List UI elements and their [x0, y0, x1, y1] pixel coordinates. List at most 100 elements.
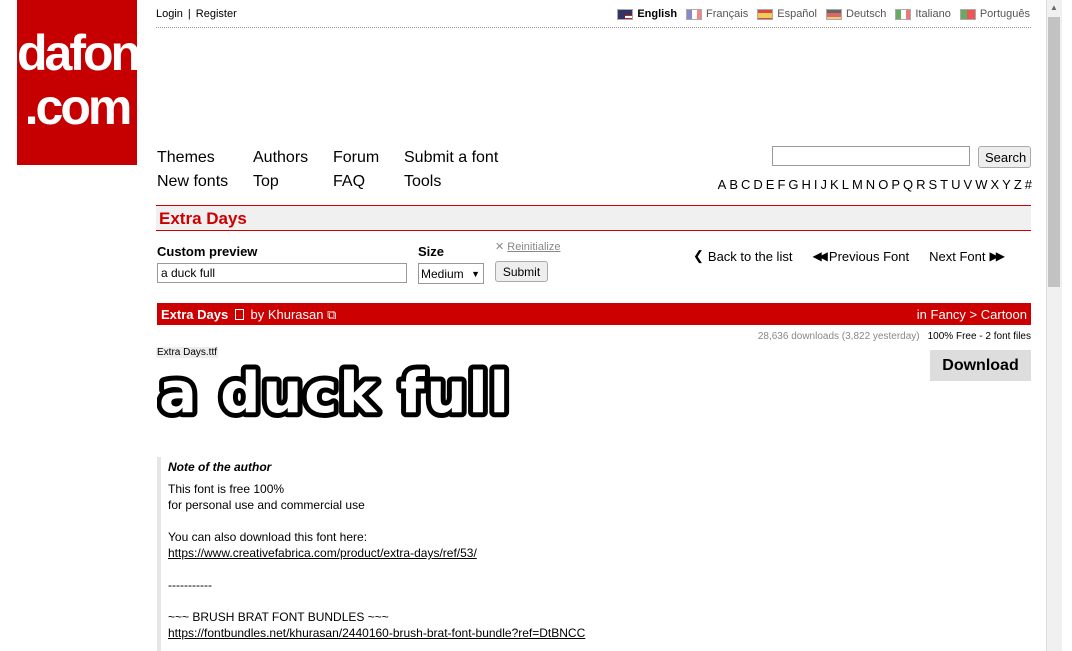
- alpha-link[interactable]: K: [830, 177, 839, 192]
- lang-portugues[interactable]: Português: [959, 8, 1030, 20]
- account-links: Login | Register: [156, 8, 237, 20]
- it-flag-icon: [895, 8, 912, 20]
- creativefabrica-link[interactable]: https://www.creativefabrica.com/product/…: [168, 546, 477, 560]
- search-input[interactable]: [772, 146, 970, 166]
- alpha-link[interactable]: I: [814, 177, 818, 192]
- close-icon: ✕: [495, 241, 505, 253]
- by-label: by: [250, 307, 265, 322]
- alpha-link[interactable]: Q: [903, 177, 913, 192]
- link-separator: |: [187, 8, 191, 20]
- category-link[interactable]: in Fancy > Cartoon: [917, 307, 1027, 322]
- nav-top[interactable]: Top: [253, 173, 279, 191]
- alpha-link[interactable]: F: [777, 177, 785, 192]
- double-arrow-left-icon: ◀◀: [812, 249, 828, 263]
- previous-label: Previous Font: [828, 248, 910, 264]
- license-info: 100% Free - 2 font files: [927, 331, 1031, 342]
- login-link[interactable]: Login: [156, 8, 183, 20]
- reinitialize-link[interactable]: ✕ Reinitialize: [495, 240, 560, 253]
- back-to-list-link[interactable]: ❮ Back to the list: [693, 248, 792, 264]
- dafont-logo[interactable]: dafont .com: [17, 0, 155, 165]
- chevron-down-icon: ▼: [471, 269, 480, 279]
- nav-faq[interactable]: FAQ: [333, 173, 365, 191]
- note-divider-text: -----------: [168, 578, 212, 592]
- download-count: 28,636 downloads (3,822 yesterday): [757, 331, 920, 342]
- note-line: for personal use and commercial use: [168, 498, 365, 512]
- lang-italiano[interactable]: Italiano: [895, 8, 951, 20]
- alpha-link[interactable]: M: [852, 177, 863, 192]
- lang-label: Italiano: [915, 8, 951, 20]
- author-note: Note of the author This font is free 100…: [157, 457, 861, 651]
- alpha-link[interactable]: P: [891, 177, 900, 192]
- lang-deutsch[interactable]: Deutsch: [826, 8, 886, 20]
- note-heading: Note of the author: [168, 460, 272, 474]
- nav-tools[interactable]: Tools: [404, 173, 441, 191]
- scroll-up-arrow-icon[interactable]: ▲: [1046, 0, 1062, 16]
- font-info-bar: Extra Days by Khurasan ⧉ in Fancy > Cart…: [157, 303, 1031, 325]
- size-select[interactable]: Medium ▼: [418, 263, 484, 284]
- alpha-link[interactable]: S: [929, 177, 938, 192]
- scrollbar-thumb[interactable]: [1048, 17, 1060, 287]
- window-edge: [1062, 0, 1072, 651]
- alpha-link[interactable]: D: [753, 177, 762, 192]
- font-navigation: ❮ Back to the list ◀◀ Previous Font Next…: [693, 248, 1005, 264]
- lang-francais[interactable]: Français: [686, 8, 748, 20]
- pt-flag-icon: [959, 8, 976, 20]
- nav-themes[interactable]: Themes: [157, 149, 215, 167]
- top-divider: [156, 27, 1031, 28]
- fontbundles-link[interactable]: https://fontbundles.net/khurasan/2440160…: [168, 626, 585, 640]
- note-line: You can also download this font here:: [168, 530, 368, 544]
- de-flag-icon: [826, 8, 842, 20]
- font-preview-image: a duck full: [157, 362, 514, 424]
- nav-new-fonts[interactable]: New fonts: [157, 173, 228, 191]
- font-name-link[interactable]: Extra Days: [161, 307, 228, 322]
- preview-text: a duck full: [159, 362, 511, 424]
- alpha-link[interactable]: T: [940, 177, 948, 192]
- nav-authors[interactable]: Authors: [253, 149, 308, 167]
- page-title: Extra Days: [159, 209, 247, 228]
- search-button[interactable]: Search: [978, 146, 1031, 168]
- alpha-link[interactable]: Y: [1002, 177, 1011, 192]
- alpha-link[interactable]: #: [1025, 177, 1032, 192]
- note-line: This font is free 100%: [168, 482, 285, 496]
- back-label: Back to the list: [707, 248, 793, 264]
- external-link-icon[interactable]: ⧉: [327, 307, 336, 322]
- alpha-link[interactable]: O: [878, 177, 888, 192]
- author-link[interactable]: Khurasan: [268, 307, 324, 322]
- alpha-link[interactable]: R: [916, 177, 925, 192]
- commercial-use-icon: [234, 309, 244, 320]
- lang-label: Français: [706, 8, 749, 20]
- alpha-link[interactable]: C: [741, 177, 750, 192]
- alpha-link[interactable]: N: [866, 177, 875, 192]
- alpha-link[interactable]: W: [975, 177, 987, 192]
- alpha-link[interactable]: U: [951, 177, 960, 192]
- custom-preview-input[interactable]: [157, 263, 407, 283]
- alpha-link[interactable]: V: [964, 177, 973, 192]
- alpha-link[interactable]: A: [718, 177, 727, 192]
- alpha-link[interactable]: L: [842, 177, 849, 192]
- lang-espanol[interactable]: Español: [757, 8, 817, 20]
- alpha-link[interactable]: B: [729, 177, 738, 192]
- alpha-link[interactable]: H: [802, 177, 811, 192]
- alpha-link[interactable]: Z: [1014, 177, 1022, 192]
- nav-forum[interactable]: Forum: [333, 149, 379, 167]
- font-title-bar: Extra Days: [156, 205, 1031, 231]
- reinitialize-label: Reinitialize: [507, 241, 561, 253]
- es-flag-icon: [757, 8, 774, 20]
- alpha-link[interactable]: X: [990, 177, 999, 192]
- lang-label: English: [637, 8, 678, 20]
- lang-english[interactable]: English: [617, 8, 677, 20]
- register-link[interactable]: Register: [196, 8, 237, 20]
- logo-line-2: .com: [24, 79, 133, 135]
- lang-label: Português: [979, 8, 1030, 20]
- alpha-link[interactable]: E: [766, 177, 775, 192]
- next-font-link[interactable]: Next Font ▶▶: [929, 248, 1005, 264]
- submit-button[interactable]: Submit: [495, 261, 548, 282]
- alpha-link[interactable]: J: [821, 177, 828, 192]
- double-arrow-right-icon: ▶▶: [989, 249, 1005, 263]
- size-label: Size: [418, 244, 445, 259]
- previous-font-link[interactable]: ◀◀ Previous Font: [812, 248, 909, 264]
- nav-submit-font[interactable]: Submit a font: [404, 149, 498, 167]
- download-button[interactable]: Download: [930, 350, 1031, 381]
- next-label: Next Font: [929, 248, 986, 264]
- alpha-link[interactable]: G: [788, 177, 798, 192]
